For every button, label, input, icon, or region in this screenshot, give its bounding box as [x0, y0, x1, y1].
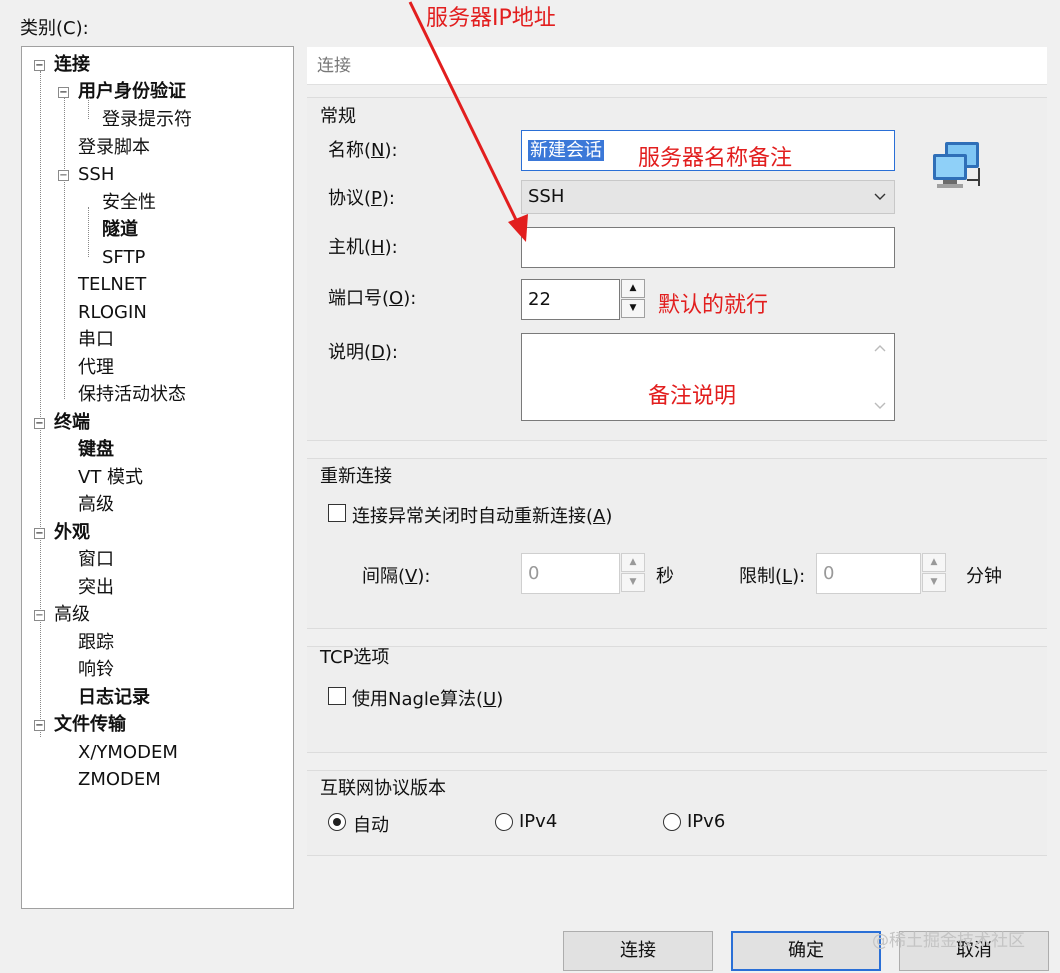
protocol-select[interactable]: SSH: [521, 180, 895, 214]
tree-item-keyboard[interactable]: 键盘: [78, 437, 114, 463]
auto-reconnect-checkbox[interactable]: [328, 504, 346, 522]
tree-item-logging[interactable]: 日志记录: [78, 685, 150, 711]
tree-item-login-script[interactable]: 登录脚本: [78, 135, 150, 161]
collapse-icon[interactable]: −: [58, 170, 69, 181]
protocol-label: 协议(P):: [328, 188, 395, 209]
tree-item-keepalive[interactable]: 保持活动状态: [78, 382, 186, 408]
category-tree[interactable]: − 连接 − 用户身份验证 登录提示符 登录脚本 − SSH 安全性 隧道 SF…: [21, 46, 294, 909]
tree-item-rlogin[interactable]: RLOGIN: [78, 300, 147, 326]
nagle-checkbox[interactable]: [328, 687, 346, 705]
collapse-icon[interactable]: −: [34, 60, 45, 71]
tree-line: [40, 71, 41, 737]
ok-button[interactable]: 确定: [731, 931, 881, 971]
session-computers-icon: [933, 142, 980, 188]
port-stepper[interactable]: ▲ ▼: [621, 279, 645, 319]
port-field[interactable]: 22: [521, 279, 620, 320]
scroll-up-icon[interactable]: [874, 344, 886, 352]
name-label: 名称(N):: [328, 140, 398, 161]
arrow-up-icon[interactable]: ▲: [922, 553, 946, 572]
collapse-icon[interactable]: −: [34, 528, 45, 539]
interval-stepper[interactable]: ▲ ▼: [621, 553, 645, 593]
tree-line: [88, 207, 89, 257]
tree-item-vt-mode[interactable]: VT 模式: [78, 465, 143, 491]
annotation-desc-note: 备注说明: [648, 384, 737, 409]
tcp-group-title: TCP选项: [320, 647, 390, 668]
tree-item-highlight[interactable]: 突出: [78, 575, 114, 601]
tree-item-zmodem[interactable]: ZMODEM: [78, 767, 161, 793]
scroll-down-icon[interactable]: [874, 402, 886, 410]
port-label: 端口号(O):: [328, 288, 417, 309]
annotation-port-note: 默认的就行: [658, 293, 769, 318]
watermark: @稀土掘金技术社区: [872, 931, 1025, 951]
tree-item-bell[interactable]: 响铃: [78, 657, 114, 683]
annotation-name-note: 服务器名称备注: [638, 146, 793, 171]
ip-version-group-title: 互联网协议版本: [320, 778, 446, 799]
description-label: 说明(D):: [328, 342, 398, 363]
collapse-icon[interactable]: −: [34, 720, 45, 731]
category-label: 类别(C):: [20, 18, 89, 39]
chevron-down-icon: [874, 193, 886, 200]
ip-auto-radio[interactable]: [328, 813, 346, 831]
ip-v4-radio[interactable]: [495, 813, 513, 831]
arrow-down-icon[interactable]: ▼: [621, 573, 645, 592]
interval-field[interactable]: 0: [521, 553, 620, 594]
ip-auto-label[interactable]: 自动: [353, 811, 389, 837]
limit-field[interactable]: 0: [816, 553, 921, 594]
interval-unit: 秒: [656, 566, 674, 587]
arrow-down-icon[interactable]: ▼: [922, 573, 946, 592]
tree-item-terminal-advanced[interactable]: 高级: [78, 492, 114, 518]
annotation-arrow: [408, 1, 528, 242]
limit-unit: 分钟: [966, 566, 1002, 587]
reconnect-group-title: 重新连接: [320, 466, 392, 487]
ip-v4-label[interactable]: IPv4: [519, 811, 557, 832]
arrow-up-icon[interactable]: ▲: [621, 553, 645, 572]
collapse-icon[interactable]: −: [34, 610, 45, 621]
collapse-icon[interactable]: −: [34, 418, 45, 429]
ip-v6-radio[interactable]: [663, 813, 681, 831]
tree-item-window[interactable]: 窗口: [78, 547, 114, 573]
collapse-icon[interactable]: −: [58, 87, 69, 98]
host-label: 主机(H):: [328, 237, 398, 258]
tree-item-trace[interactable]: 跟踪: [78, 630, 114, 656]
general-group-title: 常规: [320, 106, 356, 127]
tree-item-proxy[interactable]: 代理: [78, 355, 114, 381]
tree-item-serial[interactable]: 串口: [78, 327, 114, 353]
annotation-host-ip: 服务器IP地址: [426, 6, 556, 31]
arrow-up-icon[interactable]: ▲: [621, 279, 645, 298]
tree-item-security[interactable]: 安全性: [102, 190, 156, 216]
nagle-label[interactable]: 使用Nagle算法(U): [352, 685, 503, 711]
tree-item-xymodem[interactable]: X/YMODEM: [78, 740, 178, 766]
connect-button[interactable]: 连接: [563, 931, 713, 971]
interval-label: 间隔(V):: [362, 566, 431, 587]
limit-stepper[interactable]: ▲ ▼: [922, 553, 946, 593]
tree-item-tunnel[interactable]: 隧道: [102, 217, 138, 243]
tree-line: [64, 97, 65, 399]
reconnect-group: [307, 458, 1047, 629]
arrow-down-icon[interactable]: ▼: [621, 299, 645, 318]
tree-item-sftp[interactable]: SFTP: [102, 245, 145, 271]
tree-item-login-prompt[interactable]: 登录提示符: [102, 107, 192, 133]
ip-v6-label[interactable]: IPv6: [687, 811, 725, 832]
tree-item-telnet[interactable]: TELNET: [78, 272, 146, 298]
host-field[interactable]: [521, 227, 895, 268]
limit-label: 限制(L):: [739, 566, 806, 587]
auto-reconnect-label[interactable]: 连接异常关闭时自动重新连接(A): [352, 502, 612, 528]
